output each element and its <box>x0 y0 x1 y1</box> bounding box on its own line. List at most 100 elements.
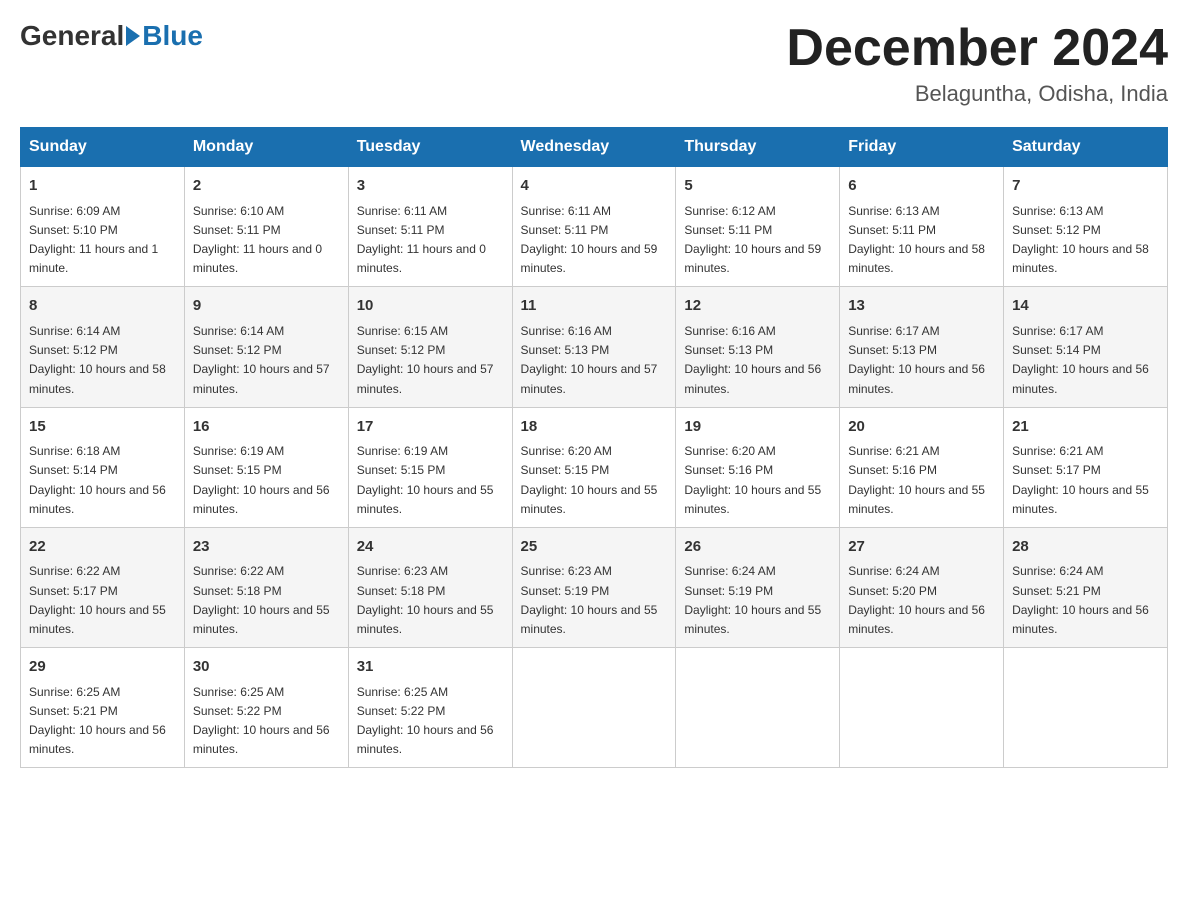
header-friday: Friday <box>840 128 1004 167</box>
calendar-cell: 18Sunrise: 6:20 AMSunset: 5:15 PMDayligh… <box>512 407 676 527</box>
day-info: Sunrise: 6:23 AMSunset: 5:18 PMDaylight:… <box>357 564 494 636</box>
calendar-cell: 30 Sunrise: 6:25 AMSunset: 5:22 PMDayligh… <box>184 648 348 768</box>
day-number: 20 <box>848 416 995 439</box>
day-number: 16 <box>193 416 340 439</box>
calendar-cell: 11 Sunrise: 6:16 AMSunset: 5:13 PMDayligh… <box>512 287 676 407</box>
day-number: 1 <box>29 175 176 198</box>
day-info: Sunrise: 6:18 AMSunset: 5:14 PMDaylight:… <box>29 444 166 516</box>
calendar-cell <box>840 648 1004 768</box>
calendar-header-row: SundayMondayTuesdayWednesdayThursdayFrid… <box>21 128 1168 167</box>
day-info: Sunrise: 6:10 AMSunset: 5:11 PMDaylight:… <box>193 204 322 276</box>
day-info: Sunrise: 6:20 AMSunset: 5:16 PMDaylight:… <box>684 444 821 516</box>
logo: General Blue <box>20 20 203 52</box>
day-info: Sunrise: 6:21 AMSunset: 5:17 PMDaylight:… <box>1012 444 1149 516</box>
day-info: Sunrise: 6:15 AMSunset: 5:12 PMDaylight:… <box>357 324 494 396</box>
logo-blue-text: Blue <box>142 20 203 52</box>
calendar-cell: 25Sunrise: 6:23 AMSunset: 5:19 PMDayligh… <box>512 527 676 647</box>
calendar-cell: 22 Sunrise: 6:22 AMSunset: 5:17 PMDayligh… <box>21 527 185 647</box>
calendar-cell: 27 Sunrise: 6:24 AMSunset: 5:20 PMDayligh… <box>840 527 1004 647</box>
logo-arrow-icon <box>126 26 140 46</box>
calendar-cell <box>1004 648 1168 768</box>
day-number: 31 <box>357 656 504 679</box>
day-info: Sunrise: 6:16 AMSunset: 5:13 PMDaylight:… <box>684 324 821 396</box>
calendar-cell: 17 Sunrise: 6:19 AMSunset: 5:15 PMDayligh… <box>348 407 512 527</box>
day-info: Sunrise: 6:21 AMSunset: 5:16 PMDaylight:… <box>848 444 985 516</box>
day-info: Sunrise: 6:24 AMSunset: 5:21 PMDaylight:… <box>1012 564 1149 636</box>
calendar-cell: 10 Sunrise: 6:15 AMSunset: 5:12 PMDayligh… <box>348 287 512 407</box>
day-info: Sunrise: 6:25 AMSunset: 5:22 PMDaylight:… <box>193 685 330 757</box>
day-number: 11 <box>521 295 668 318</box>
day-info: Sunrise: 6:25 AMSunset: 5:21 PMDaylight:… <box>29 685 166 757</box>
header-tuesday: Tuesday <box>348 128 512 167</box>
location-text: Belaguntha, Odisha, India <box>786 81 1168 107</box>
day-number: 25 <box>521 536 668 559</box>
day-info: Sunrise: 6:17 AMSunset: 5:13 PMDaylight:… <box>848 324 985 396</box>
calendar-cell: 4 Sunrise: 6:11 AMSunset: 5:11 PMDaylight… <box>512 167 676 287</box>
day-info: Sunrise: 6:11 AMSunset: 5:11 PMDaylight:… <box>521 204 658 276</box>
day-number: 30 <box>193 656 340 679</box>
day-info: Sunrise: 6:24 AMSunset: 5:19 PMDaylight:… <box>684 564 821 636</box>
week-row-2: 8 Sunrise: 6:14 AMSunset: 5:12 PMDaylight… <box>21 287 1168 407</box>
week-row-4: 22 Sunrise: 6:22 AMSunset: 5:17 PMDayligh… <box>21 527 1168 647</box>
calendar-cell: 12 Sunrise: 6:16 AMSunset: 5:13 PMDayligh… <box>676 287 840 407</box>
day-number: 14 <box>1012 295 1159 318</box>
day-number: 24 <box>357 536 504 559</box>
day-info: Sunrise: 6:13 AMSunset: 5:11 PMDaylight:… <box>848 204 985 276</box>
calendar-cell: 13 Sunrise: 6:17 AMSunset: 5:13 PMDayligh… <box>840 287 1004 407</box>
calendar-cell: 8 Sunrise: 6:14 AMSunset: 5:12 PMDaylight… <box>21 287 185 407</box>
day-info: Sunrise: 6:25 AMSunset: 5:22 PMDaylight:… <box>357 685 494 757</box>
day-number: 15 <box>29 416 176 439</box>
header-saturday: Saturday <box>1004 128 1168 167</box>
calendar-cell: 24 Sunrise: 6:23 AMSunset: 5:18 PMDayligh… <box>348 527 512 647</box>
calendar-cell: 28 Sunrise: 6:24 AMSunset: 5:21 PMDayligh… <box>1004 527 1168 647</box>
day-number: 22 <box>29 536 176 559</box>
day-number: 9 <box>193 295 340 318</box>
day-number: 13 <box>848 295 995 318</box>
day-info: Sunrise: 6:24 AMSunset: 5:20 PMDaylight:… <box>848 564 985 636</box>
day-number: 23 <box>193 536 340 559</box>
day-number: 18 <box>521 416 668 439</box>
day-number: 29 <box>29 656 176 679</box>
day-info: Sunrise: 6:19 AMSunset: 5:15 PMDaylight:… <box>193 444 330 516</box>
week-row-1: 1Sunrise: 6:09 AMSunset: 5:10 PMDaylight… <box>21 167 1168 287</box>
calendar-cell <box>676 648 840 768</box>
header-thursday: Thursday <box>676 128 840 167</box>
day-info: Sunrise: 6:19 AMSunset: 5:15 PMDaylight:… <box>357 444 494 516</box>
day-number: 17 <box>357 416 504 439</box>
day-number: 3 <box>357 175 504 198</box>
day-number: 5 <box>684 175 831 198</box>
day-number: 7 <box>1012 175 1159 198</box>
calendar-cell: 1Sunrise: 6:09 AMSunset: 5:10 PMDaylight… <box>21 167 185 287</box>
day-info: Sunrise: 6:16 AMSunset: 5:13 PMDaylight:… <box>521 324 658 396</box>
day-info: Sunrise: 6:22 AMSunset: 5:18 PMDaylight:… <box>193 564 330 636</box>
header-monday: Monday <box>184 128 348 167</box>
calendar-cell: 9Sunrise: 6:14 AMSunset: 5:12 PMDaylight… <box>184 287 348 407</box>
day-number: 2 <box>193 175 340 198</box>
day-info: Sunrise: 6:14 AMSunset: 5:12 PMDaylight:… <box>29 324 166 396</box>
day-number: 6 <box>848 175 995 198</box>
day-number: 26 <box>684 536 831 559</box>
month-title: December 2024 <box>786 20 1168 77</box>
day-info: Sunrise: 6:22 AMSunset: 5:17 PMDaylight:… <box>29 564 166 636</box>
calendar-cell: 5 Sunrise: 6:12 AMSunset: 5:11 PMDaylight… <box>676 167 840 287</box>
calendar-cell: 15 Sunrise: 6:18 AMSunset: 5:14 PMDayligh… <box>21 407 185 527</box>
calendar-cell: 21 Sunrise: 6:21 AMSunset: 5:17 PMDayligh… <box>1004 407 1168 527</box>
calendar-cell: 7 Sunrise: 6:13 AMSunset: 5:12 PMDaylight… <box>1004 167 1168 287</box>
day-number: 19 <box>684 416 831 439</box>
calendar-cell: 6 Sunrise: 6:13 AMSunset: 5:11 PMDaylight… <box>840 167 1004 287</box>
header-sunday: Sunday <box>21 128 185 167</box>
day-number: 21 <box>1012 416 1159 439</box>
week-row-3: 15 Sunrise: 6:18 AMSunset: 5:14 PMDayligh… <box>21 407 1168 527</box>
day-number: 4 <box>521 175 668 198</box>
day-info: Sunrise: 6:12 AMSunset: 5:11 PMDaylight:… <box>684 204 821 276</box>
day-number: 10 <box>357 295 504 318</box>
day-info: Sunrise: 6:13 AMSunset: 5:12 PMDaylight:… <box>1012 204 1149 276</box>
day-number: 12 <box>684 295 831 318</box>
day-number: 8 <box>29 295 176 318</box>
title-area: December 2024 Belaguntha, Odisha, India <box>786 20 1168 107</box>
calendar-cell: 2 Sunrise: 6:10 AMSunset: 5:11 PMDaylight… <box>184 167 348 287</box>
header-wednesday: Wednesday <box>512 128 676 167</box>
day-number: 28 <box>1012 536 1159 559</box>
calendar-cell: 14Sunrise: 6:17 AMSunset: 5:14 PMDayligh… <box>1004 287 1168 407</box>
day-number: 27 <box>848 536 995 559</box>
